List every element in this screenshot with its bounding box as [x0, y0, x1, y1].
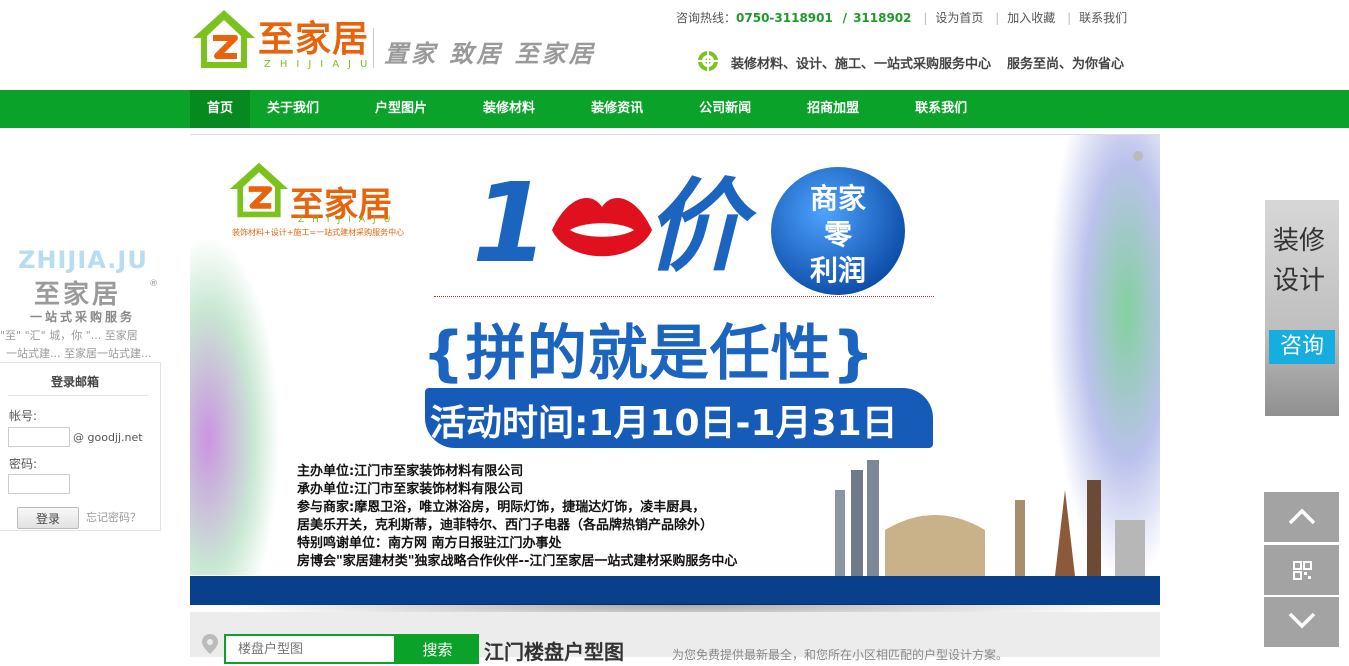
floorplan-title: 江门楼盘户型图	[484, 640, 624, 664]
nav-item-company-news[interactable]: 公司新闻	[682, 90, 768, 128]
account-label: 帐号:	[9, 409, 38, 423]
banner-logo-pinyin: ZHIJIAJU	[298, 215, 399, 225]
phone-secondary: 3118902	[853, 11, 912, 25]
floorplan-search-strip: 搜索 江门楼盘户型图 为您免费提供最新最全，和您所在小区相匹配的户型设计方案。	[190, 612, 1160, 664]
nav-item-news-decor[interactable]: 装修资讯	[574, 90, 660, 128]
set-homepage-link[interactable]: 设为首页	[935, 11, 983, 25]
service-text-1: 装修材料、设计、施工、一站式采购服务中心	[731, 57, 992, 72]
phone-separator: /	[842, 11, 848, 25]
lips-icon	[552, 198, 652, 257]
location-pin-icon	[202, 634, 218, 654]
consult-text-2: 设计	[1273, 266, 1326, 296]
scroll-down-button[interactable]	[1264, 597, 1339, 647]
phone-primary: 0750-3118901	[736, 11, 833, 25]
info-line: 房博会"家居建材类"独家战略合作伙伴--江门至家居一站式建材采购服务中心	[297, 554, 738, 569]
banner-logo-sub: 装饰材料+设计+施工=一站式建材采购服务中心	[232, 228, 405, 237]
account-input[interactable]	[8, 427, 70, 447]
chevron-up-icon	[1288, 508, 1316, 525]
chevron-down-icon	[1288, 612, 1316, 629]
slogan: 置家 致居 至家居	[384, 39, 596, 68]
forgot-password-link[interactable]: 忘记密码？	[86, 509, 141, 525]
info-line: 承办单位:江门市至家装饰材料有限公司	[297, 482, 524, 497]
left-scroll-text-1[interactable]: "至" "汇" 城，你 "... 至家居	[0, 327, 138, 343]
banner-bottom-bar	[190, 576, 1160, 605]
circle-line-1: 商家	[809, 182, 866, 215]
info-line: 特别鸣谢单位：南方网 南方日报驻江门办事处	[297, 536, 562, 551]
info-line: 参与商家:摩恩卫浴，唯立淋浴房，明际灯饰，捷瑞达灯饰，凌丰厨具，	[297, 500, 706, 515]
event-info: 主办单位:江门市至家装饰材料有限公司 承办单位:江门市至家装饰材料有限公司 参与…	[297, 463, 737, 571]
dotted-divider	[434, 296, 934, 297]
nav-item-franchise[interactable]: 招商加盟	[790, 90, 876, 128]
left-brand-cn: 至家居	[34, 280, 122, 310]
top-links: 咨询热线：0750-3118901 /3118902 | 设为首页 | 加入收藏 |…	[676, 11, 1128, 25]
password-input[interactable]	[8, 474, 70, 494]
promo-banner[interactable]: 至家居 ZHIJIAJU 装饰材料+设计+施工=一站式建材采购服务中心 1 价 …	[190, 134, 1160, 605]
price-char: 价	[645, 168, 745, 285]
search-input[interactable]	[236, 636, 390, 662]
info-line: 居美乐开关，克利斯蒂，迪菲特尔、西门子电器（各品牌热销产品除外）	[297, 518, 714, 533]
login-button[interactable]: 登录	[17, 507, 79, 529]
nav-item-floorplans[interactable]: 户型图片	[358, 90, 444, 128]
zero-profit-circle: 商家 零 利润	[771, 167, 905, 295]
event-time-bar: 活动时间:1月10日-1月31日	[425, 388, 933, 448]
nav-item-contact[interactable]: 联系我们	[898, 90, 984, 128]
service-tagline: 装修材料、设计、施工、一站式采购服务中心 服务至尚、为你省心	[731, 53, 1124, 72]
qr-code-button[interactable]	[1264, 545, 1339, 595]
big-number: 1	[472, 159, 549, 287]
hotline-label: 咨询热线：	[676, 11, 737, 25]
registered-mark: ®	[149, 279, 158, 289]
banner-logo-house-icon	[229, 162, 289, 218]
left-brand-sub: 一站式采购服务	[30, 310, 136, 324]
event-time-text: 活动时间:1月10日-1月31日	[430, 403, 898, 444]
mail-domain: @ goodjj.net	[73, 431, 143, 444]
logo-pinyin: ZHIJIAJU	[264, 59, 377, 70]
consult-button[interactable]: 咨询	[1269, 330, 1335, 364]
circle-line-2: 零	[823, 218, 852, 251]
design-consult-widget[interactable]: 装修 设计 咨询	[1265, 200, 1339, 416]
smoke-decoration-left	[190, 235, 280, 575]
add-favorite-link[interactable]: 加入收藏	[1007, 11, 1055, 25]
left-brand-en: ZHIJIA.JU	[18, 246, 148, 274]
scroll-top-button[interactable]	[1264, 492, 1339, 542]
mail-login-panel: 登录邮箱 帐号: @ goodjj.net 密码: 登录 忘记密码？	[0, 362, 161, 531]
city-skyline-image	[835, 460, 1145, 576]
main-nav: 首页 关于我们 户型图片 装修材料 装修资讯 公司新闻 招商加盟 联系我们	[0, 90, 1349, 128]
password-label: 密码:	[9, 457, 38, 471]
banner-headline: {拼的就是任性}	[422, 319, 876, 389]
left-scroll-text-2[interactable]: 一站式建... 至家居一站式建...	[6, 345, 151, 361]
logo-divider	[373, 28, 374, 68]
search-box	[224, 634, 396, 664]
login-divider	[8, 395, 148, 396]
nav-item-about[interactable]: 关于我们	[250, 90, 336, 128]
info-line: 主办单位:江门市至家装饰材料有限公司	[297, 464, 524, 479]
contact-us-link[interactable]: 联系我们	[1079, 11, 1127, 25]
qr-code-icon	[1293, 561, 1312, 580]
floorplan-desc: 为您免费提供最新最全，和您所在小区相匹配的户型设计方案。	[672, 648, 1009, 662]
nav-item-materials[interactable]: 装修材料	[466, 90, 552, 128]
service-text-2: 服务至尚、为你省心	[1007, 57, 1125, 72]
slide-indicator-dot[interactable]	[1133, 151, 1143, 161]
circle-line-3: 利润	[809, 254, 866, 287]
logo-name[interactable]: 至家居	[258, 20, 369, 60]
consult-text-1: 装修	[1273, 226, 1326, 256]
search-button[interactable]: 搜索	[396, 634, 479, 664]
login-title: 登录邮箱	[50, 375, 99, 389]
logo-house-icon	[193, 10, 255, 68]
target-icon	[697, 50, 719, 72]
nav-item-home[interactable]: 首页	[190, 90, 251, 128]
